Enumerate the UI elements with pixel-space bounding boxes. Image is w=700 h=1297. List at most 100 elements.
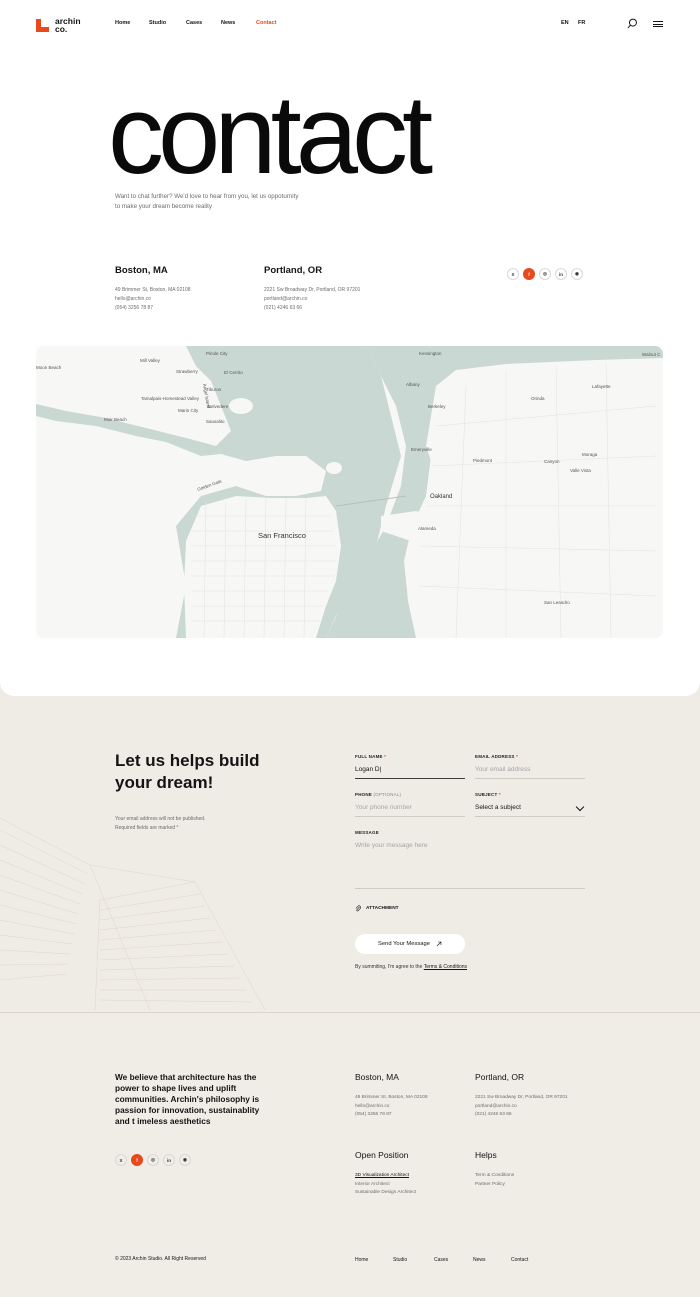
field-underline bbox=[355, 778, 465, 779]
lang-fr[interactable]: FR bbox=[578, 20, 585, 26]
office-city: Portland, OR bbox=[264, 265, 323, 276]
footer-link[interactable]: Interior Architect bbox=[355, 1181, 416, 1190]
footer-office-portland: Portland, OR 2221 Sw Broadway Dr, Portla… bbox=[475, 1072, 568, 1120]
instagram-icon[interactable]: ◎ bbox=[147, 1154, 159, 1166]
footer-section-title: Helps bbox=[475, 1150, 497, 1160]
map-label: El Cerrito bbox=[224, 370, 243, 375]
footer-office-phone[interactable]: (021) 4246 63 66 bbox=[475, 1111, 568, 1120]
footer-nav-contact[interactable]: Contact bbox=[511, 1257, 528, 1263]
attachment-button[interactable]: ATTACHMENT bbox=[355, 905, 399, 912]
map-label: Walnut C bbox=[642, 352, 661, 357]
footer-office-address: 49 Brimmer St, Boston, MA 02108 bbox=[355, 1095, 428, 1100]
map-label: Kensington bbox=[419, 351, 442, 356]
footer-open-position: Open Position 3D Visualization Architect… bbox=[355, 1150, 416, 1198]
x-twitter-icon[interactable]: X bbox=[507, 268, 519, 280]
send-message-button[interactable]: Send Your Message bbox=[355, 934, 465, 954]
footer-office-phone[interactable]: (054) 3256 78 87 bbox=[355, 1111, 428, 1120]
map-label: Strawberry bbox=[176, 369, 199, 374]
hamburger-menu-icon[interactable] bbox=[653, 21, 663, 27]
search-icon[interactable] bbox=[627, 18, 638, 29]
footer-link[interactable]: Term & Conditions bbox=[475, 1172, 514, 1181]
footer-link[interactable]: Partner Policy bbox=[475, 1181, 514, 1190]
map-label: Orinda bbox=[531, 396, 545, 401]
footer-office-email[interactable]: portland@archin.co bbox=[475, 1103, 568, 1112]
footer-nav-studio[interactable]: Studio bbox=[393, 1257, 407, 1263]
nav-news[interactable]: News bbox=[221, 20, 235, 26]
form-title: Let us helps build your dream! bbox=[115, 751, 260, 792]
office-portland: Portland, OR 2221 Sw Broadway Dr, Portla… bbox=[264, 265, 360, 313]
office-phone[interactable]: (021) 4246 63 66 bbox=[264, 304, 360, 313]
field-label: MESSAGE bbox=[355, 830, 379, 835]
social-links: X f ◎ in ◉ bbox=[507, 268, 583, 280]
office-address: 2221 Sw Broadway Dr, Portland, OR 97201 bbox=[264, 287, 361, 293]
brand-logo[interactable]: archin co. bbox=[36, 17, 85, 33]
subject-select[interactable]: SUBJECT * Select a subject bbox=[475, 792, 585, 817]
map-label: Marin City bbox=[178, 408, 199, 413]
dribbble-icon[interactable]: ◉ bbox=[571, 268, 583, 280]
required-mark: * bbox=[176, 825, 179, 831]
form-note: Your email address will not be published… bbox=[115, 816, 206, 831]
logo-mark-icon bbox=[36, 18, 49, 32]
footer-link[interactable]: Sustainable Design Architect bbox=[355, 1189, 416, 1198]
footer-social-links: X f ◎ in ◉ bbox=[115, 1154, 191, 1166]
email-input[interactable]: Your email address bbox=[475, 766, 585, 778]
footer-office-address: 2221 Sw Broadway Dr, Portland, OR 97201 bbox=[475, 1095, 568, 1100]
lang-en[interactable]: EN bbox=[561, 20, 569, 26]
dribbble-icon[interactable]: ◉ bbox=[179, 1154, 191, 1166]
map-label: Tamalpais-Homestead Valley bbox=[141, 396, 200, 401]
footer bbox=[0, 1013, 700, 1297]
field-underline bbox=[355, 816, 465, 817]
map-label: San Francisco bbox=[258, 531, 306, 540]
footer-link[interactable]: 3D Visualization Architect bbox=[355, 1172, 416, 1181]
footer-mission: We believe that architecture has the pow… bbox=[115, 1072, 260, 1126]
office-email[interactable]: portland@archin.co bbox=[264, 295, 360, 304]
field-label: FULL NAME * bbox=[355, 754, 387, 759]
map-label: Moon Beach bbox=[36, 365, 62, 370]
map-label: Emeryville bbox=[411, 447, 432, 452]
footer-office-city: Portland, OR bbox=[475, 1072, 525, 1082]
map-label: Albany bbox=[406, 382, 421, 387]
nav-home[interactable]: Home bbox=[115, 20, 130, 26]
office-email[interactable]: hello@archin.co bbox=[115, 295, 191, 304]
linkedin-icon[interactable]: in bbox=[163, 1154, 175, 1166]
terms-link[interactable]: Terms & Conditions bbox=[424, 964, 467, 970]
page-title: contact bbox=[108, 72, 433, 197]
footer-nav-home[interactable]: Home bbox=[355, 1257, 368, 1263]
arrow-up-right-icon bbox=[436, 941, 442, 947]
location-map[interactable]: Mill Valley Sausalito Tiburon Belvedere … bbox=[36, 346, 663, 638]
phone-input[interactable]: Your phone number bbox=[355, 804, 465, 816]
full-name-field[interactable]: FULL NAME * Logan D| bbox=[355, 754, 465, 779]
facebook-icon[interactable]: f bbox=[523, 268, 535, 280]
map-label: San Leandro bbox=[544, 600, 570, 605]
phone-field[interactable]: PHONE (OPTIONAL) Your phone number bbox=[355, 792, 465, 817]
footer-helps: Helps Term & Conditions Partner Policy bbox=[475, 1150, 514, 1189]
map-label: Moraga bbox=[582, 452, 598, 457]
field-underline bbox=[355, 888, 585, 889]
nav-contact[interactable]: Contact bbox=[256, 20, 276, 26]
footer-nav-news[interactable]: News bbox=[473, 1257, 486, 1263]
map-label: Lafayette bbox=[592, 384, 611, 389]
building-sketch-graphic bbox=[0, 817, 266, 1011]
instagram-icon[interactable]: ◎ bbox=[539, 268, 551, 280]
map-label: Alameda bbox=[418, 526, 436, 531]
office-city: Boston, MA bbox=[115, 265, 168, 276]
nav-studio[interactable]: Studio bbox=[149, 20, 166, 26]
message-field[interactable]: MESSAGE Write your message here bbox=[355, 830, 585, 889]
footer-nav-cases[interactable]: Cases bbox=[434, 1257, 448, 1263]
terms-agreement: By summiting, I'm agree to the Terms & C… bbox=[355, 964, 468, 970]
email-field[interactable]: EMAIL ADDRESS * Your email address bbox=[475, 754, 585, 779]
nav-cases[interactable]: Cases bbox=[186, 20, 202, 26]
map-label: Sausalito bbox=[206, 419, 225, 424]
map-label: Pinole City bbox=[206, 351, 228, 356]
x-twitter-icon[interactable]: X bbox=[115, 1154, 127, 1166]
logo-text: archin co. bbox=[55, 16, 81, 34]
map-label: Muir Beach bbox=[104, 417, 127, 422]
full-name-input[interactable]: Logan D| bbox=[355, 766, 465, 778]
subject-value[interactable]: Select a subject bbox=[475, 804, 585, 816]
field-label: EMAIL ADDRESS * bbox=[475, 754, 519, 759]
facebook-icon[interactable]: f bbox=[131, 1154, 143, 1166]
linkedin-icon[interactable]: in bbox=[555, 268, 567, 280]
office-phone[interactable]: (054) 3256 78 87 bbox=[115, 304, 191, 313]
message-textarea[interactable]: Write your message here bbox=[355, 842, 585, 888]
footer-office-email[interactable]: hello@archin.co bbox=[355, 1103, 428, 1112]
